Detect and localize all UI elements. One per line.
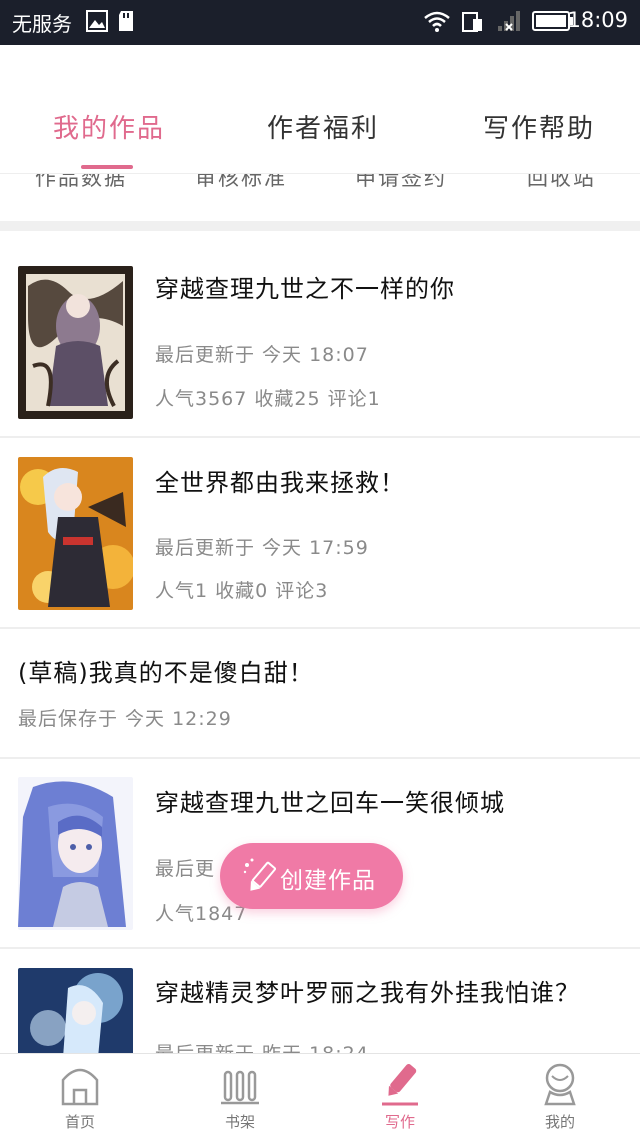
home-icon <box>61 1068 99 1106</box>
sim-icon <box>462 12 482 32</box>
work-updated: 最后保存于 今天 12:29 <box>18 708 232 730</box>
nav-write[interactable]: 写作 <box>320 1054 480 1138</box>
work-title: (草稿)我真的不是傻白甜！ <box>18 659 314 687</box>
work-cover-image <box>18 457 133 610</box>
work-item[interactable]: 全世界都由我来拯救！ 最后更新于 今天 17:59 人气1 收藏0 评论3 <box>0 438 640 629</box>
work-updated: 最后更新于 昨天 18:24 <box>155 1039 369 1053</box>
work-updated: 最后更 <box>155 858 216 880</box>
clock: 18:09 <box>567 8 628 32</box>
work-title: 全世界都由我来拯救！ <box>155 469 405 497</box>
image-icon <box>86 10 108 32</box>
work-title: 穿越查理九世之不一样的你 <box>155 275 455 303</box>
sub-tab-review-standards[interactable]: 审核标准 <box>195 174 287 192</box>
profile-icon <box>544 1063 576 1106</box>
bookshelf-icon <box>221 1070 259 1105</box>
sub-tab-work-data[interactable]: 作品数据 <box>35 174 127 192</box>
create-work-label: 创建作品 <box>280 868 376 894</box>
work-title: 穿越精灵梦叶罗丽之我有外挂我怕谁？ <box>155 979 580 1007</box>
sub-tab-recycle-bin[interactable]: 回收站 <box>527 174 596 192</box>
work-updated: 最后更新于 今天 17:59 <box>155 537 369 559</box>
nav-home[interactable]: 首页 <box>0 1054 160 1138</box>
signal-icon <box>498 11 520 31</box>
tab-my-works[interactable]: 我的作品 <box>53 108 165 145</box>
bottom-navigation: 首页 书架 写作 我的 <box>0 1053 640 1138</box>
work-cover-image <box>18 777 133 930</box>
nav-profile-label: 我的 <box>544 1113 575 1131</box>
status-bar: 无服务 18:09 <box>0 0 640 45</box>
active-tab-indicator <box>81 165 133 169</box>
wifi-icon <box>424 11 450 32</box>
nav-profile[interactable]: 我的 <box>480 1054 640 1138</box>
work-updated: 最后更新于 今天 18:07 <box>155 344 369 366</box>
draft-item[interactable]: (草稿)我真的不是傻白甜！ 最后保存于 今天 12:29 <box>0 629 640 759</box>
work-cover-image <box>18 968 133 1053</box>
pencil-icon <box>243 858 276 891</box>
tab-writing-help[interactable]: 写作帮助 <box>483 108 595 145</box>
work-title: 穿越查理九世之回车一笑很倾城 <box>155 789 505 817</box>
sd-card-icon <box>119 11 133 31</box>
work-stats: 人气1 收藏0 评论3 <box>155 580 329 602</box>
tab-author-benefits[interactable]: 作者福利 <box>267 108 379 145</box>
work-stats: 人气3567 收藏25 评论1 <box>155 388 381 410</box>
sub-tabs: 作品数据 审核标准 申请签约 回收站 <box>0 173 640 221</box>
sub-tab-apply-contract[interactable]: 申请签约 <box>355 174 447 192</box>
create-work-button[interactable]: 创建作品 <box>220 843 403 909</box>
top-tabs: 我的作品 作者福利 写作帮助 <box>0 45 640 173</box>
work-item[interactable]: 穿越查理九世之不一样的你 最后更新于 今天 18:07 人气3567 收藏25 … <box>0 231 640 438</box>
section-divider <box>0 221 640 231</box>
nav-home-label: 首页 <box>64 1113 95 1131</box>
nav-write-label: 写作 <box>384 1113 415 1131</box>
nav-bookshelf-label: 书架 <box>224 1113 255 1131</box>
nav-bookshelf[interactable]: 书架 <box>160 1054 320 1138</box>
work-cover-image <box>18 266 133 419</box>
work-item[interactable]: 穿越精灵梦叶罗丽之我有外挂我怕谁？ 最后更新于 昨天 18:24 <box>0 949 640 1053</box>
carrier-text: 无服务 <box>12 12 72 36</box>
pen-icon <box>382 1064 418 1106</box>
